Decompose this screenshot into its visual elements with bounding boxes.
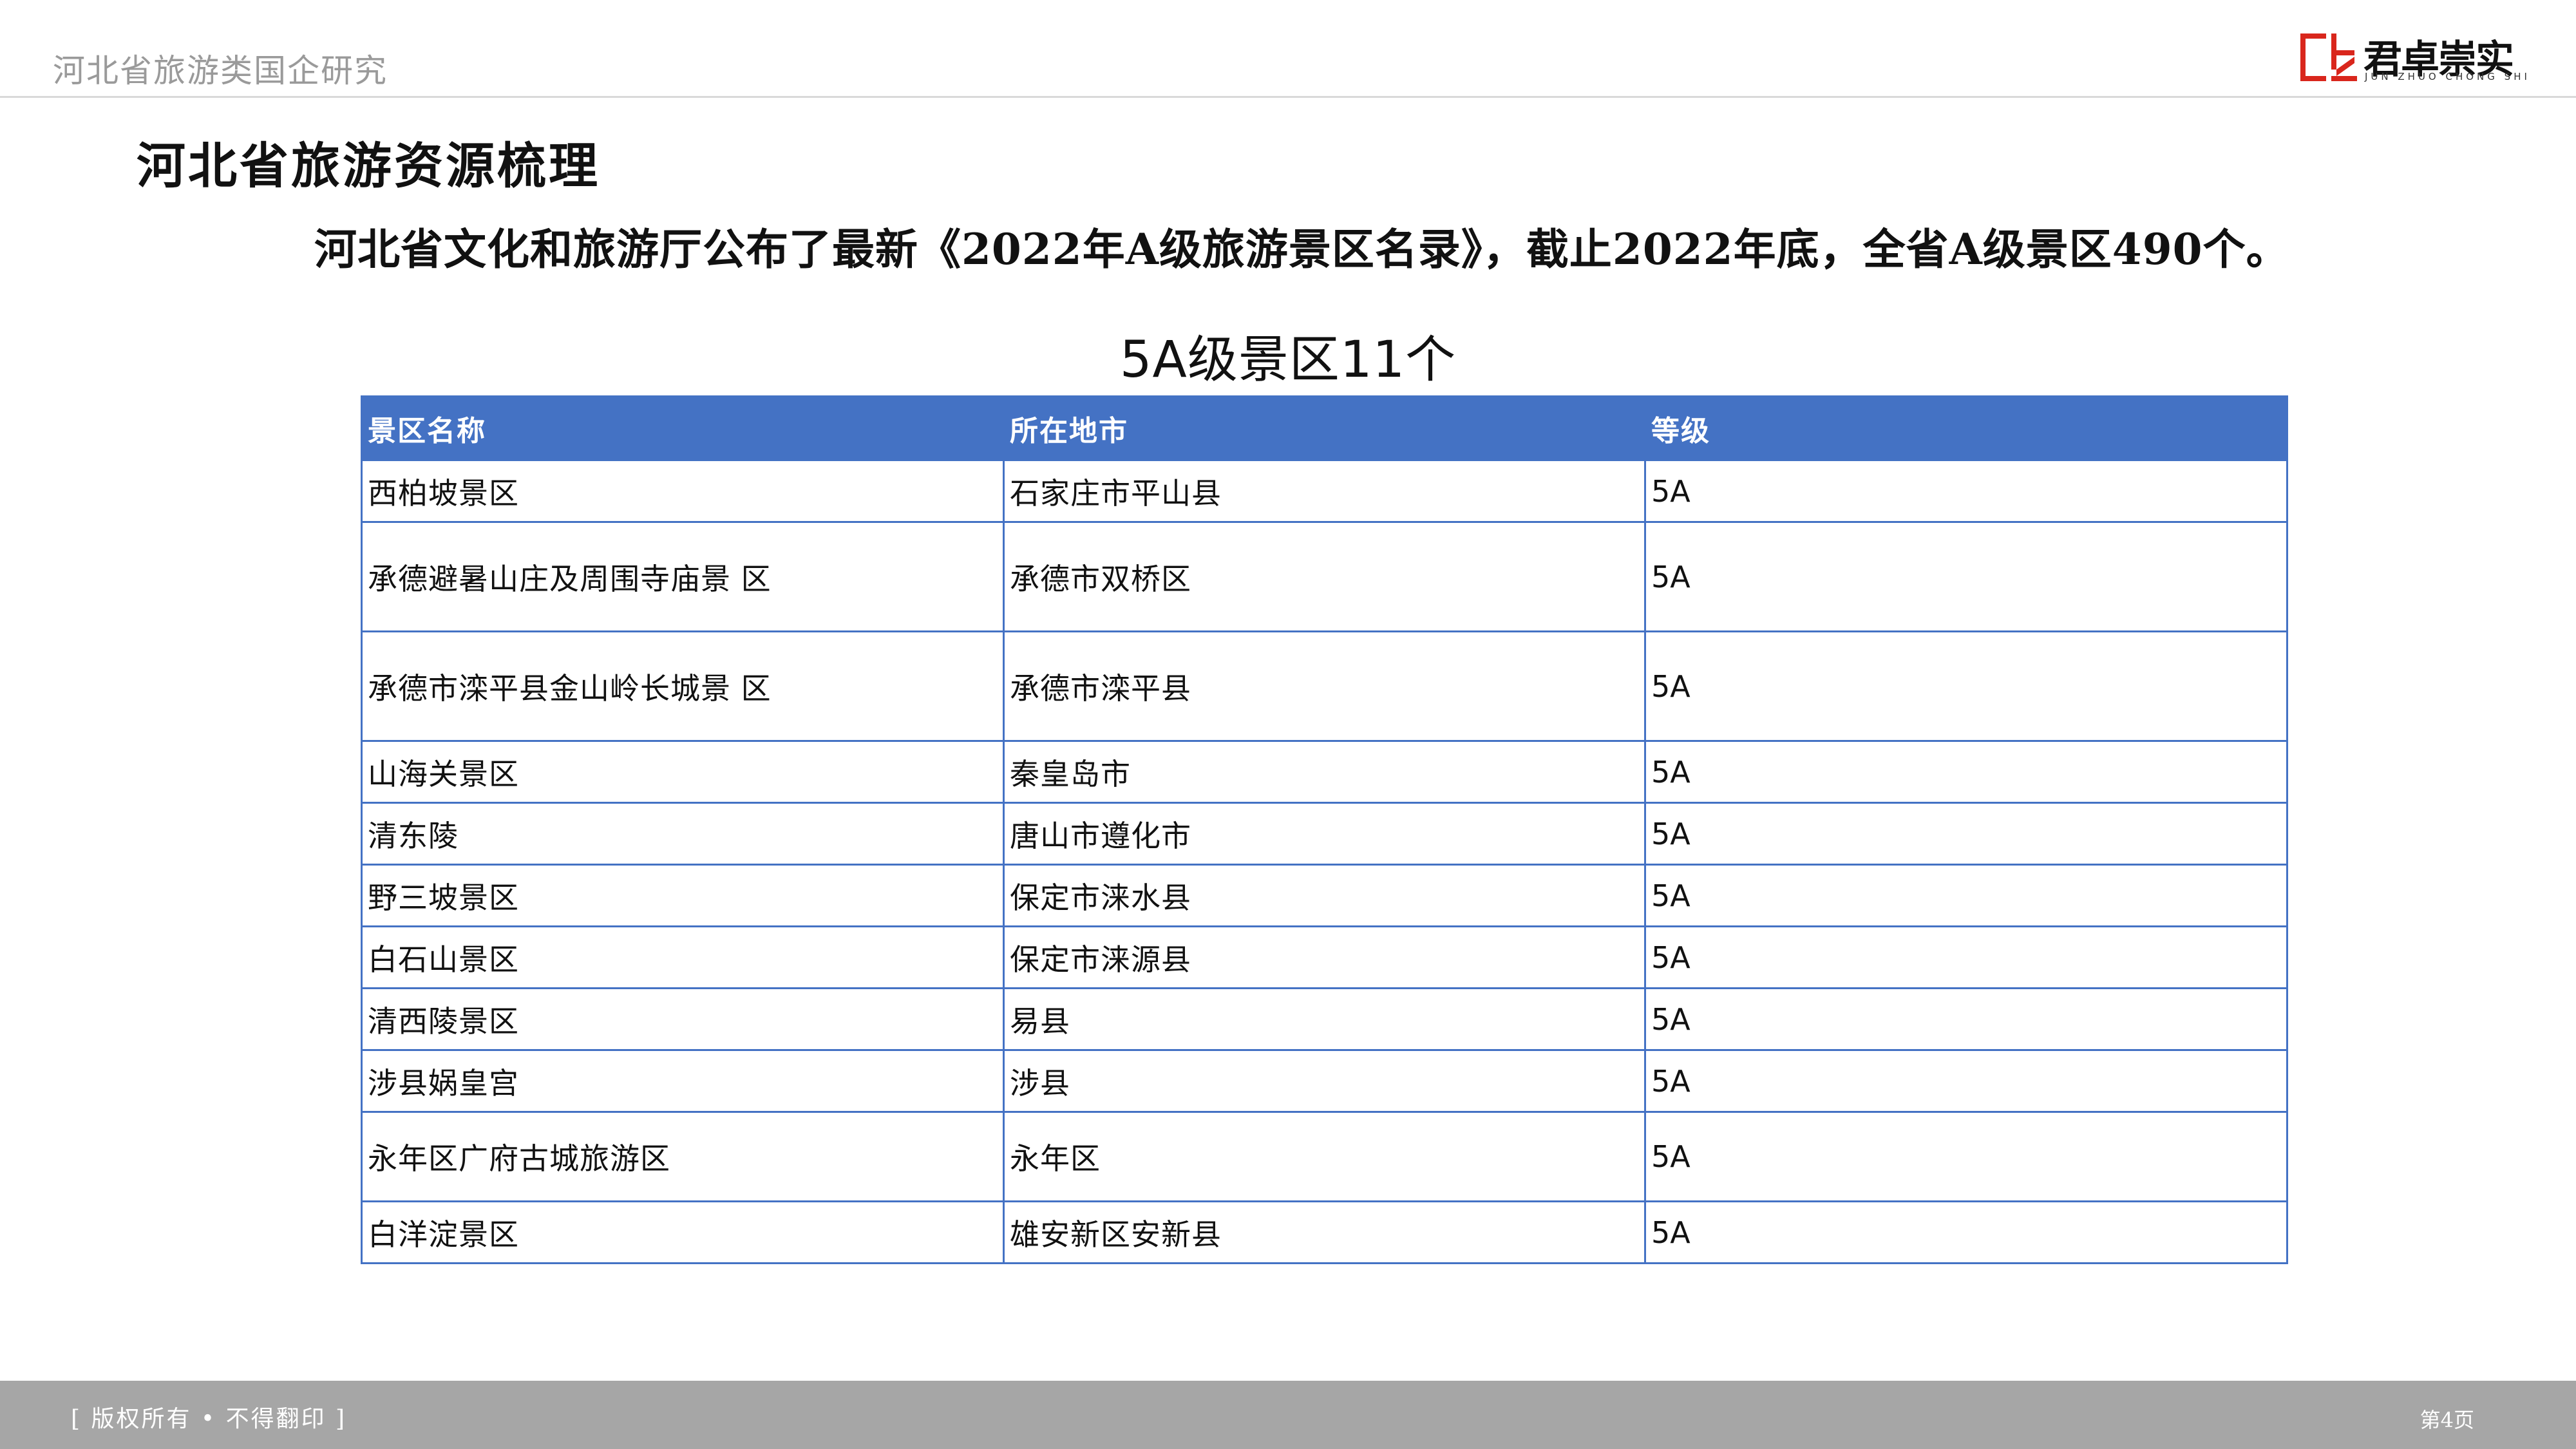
city-cell: 承德市滦平县 [1003,630,1646,742]
page-number: 第4页 [2420,1408,2474,1432]
level-cell: 5A [1644,864,2288,927]
logo-mark-icon [2300,33,2357,81]
city-cell: 永年区 [1003,1111,1646,1202]
company-logo: 君卓崇实 JUN ZHUO CHONG SHI [2299,31,2527,84]
level-cell: 5A [1644,521,2288,632]
scenic-name-cell: 白石山景区 [361,925,1005,989]
scenic-name-cell: 清东陵 [361,802,1005,866]
city-cell: 承德市双桥区 [1003,521,1646,632]
level-cell: 5A [1644,802,2288,866]
section-title: 河北省旅游资源梳理 [137,137,600,194]
level-cell: 5A [1644,459,2288,523]
summary-text: 河北省文化和旅游厅公布了最新《2022年A级旅游景区名录》，截止2022年底，全… [314,224,2289,274]
table-row: 野三坡景区 保定市涞水县 5A [361,864,2288,927]
table-row: 白洋淀景区 雄安新区安新县 5A [361,1200,2288,1264]
city-cell: 涉县 [1003,1049,1646,1113]
footer-bar: [ 版权所有 • 不得翻印 ] 第4页 [0,1381,2576,1449]
table-row: 白石山景区 保定市涞源县 5A [361,925,2288,989]
scenic-name-cell: 永年区广府古城旅游区 [361,1111,1005,1202]
scenic-area-table: 景区名称 所在地市 等级 西柏坡景区 石家庄市平山县 5A 承德避暑山庄及周围寺… [361,395,2288,1264]
logo-subtitle: JUN ZHUO CHONG SHI [2365,71,2530,82]
level-cell: 5A [1644,987,2288,1051]
scenic-name-cell: 西柏坡景区 [361,459,1005,523]
level-cell: 5A [1644,740,2288,804]
scenic-name-cell: 野三坡景区 [361,864,1005,927]
table-header-row: 景区名称 所在地市 等级 [361,395,2288,461]
table-row: 涉县娲皇宫 涉县 5A [361,1049,2288,1113]
table-row: 清西陵景区 易县 5A [361,987,2288,1051]
scenic-name-cell: 承德市滦平县金山岭长城景 区 [361,630,1005,742]
level-cell: 5A [1644,1200,2288,1264]
level-cell: 5A [1644,1049,2288,1113]
column-header-city: 所在地市 [1003,395,1646,461]
city-cell: 唐山市遵化市 [1003,802,1646,866]
report-title: 河北省旅游类国企研究 [53,52,388,90]
city-cell: 易县 [1003,987,1646,1051]
column-header-name: 景区名称 [361,395,1005,461]
scenic-name-cell: 白洋淀景区 [361,1200,1005,1264]
table-row: 承德避暑山庄及周围寺庙景 区 承德市双桥区 5A [361,521,2288,632]
city-cell: 保定市涞源县 [1003,925,1646,989]
copyright-notice: [ 版权所有 • 不得翻印 ] [71,1406,347,1432]
top-header: 河北省旅游类国企研究 君卓崇实 JUN ZHUO CHONG SHI [0,0,2576,98]
table-row: 山海关景区 秦皇岛市 5A [361,740,2288,804]
level-cell: 5A [1644,1111,2288,1202]
table-row: 永年区广府古城旅游区 永年区 5A [361,1111,2288,1202]
scenic-name-cell: 承德避暑山庄及周围寺庙景 区 [361,521,1005,632]
column-header-level: 等级 [1644,395,2288,461]
table-row: 西柏坡景区 石家庄市平山县 5A [361,459,2288,523]
city-cell: 石家庄市平山县 [1003,459,1646,523]
table-caption: 5A级景区11个 [1119,331,1457,389]
scenic-name-cell: 清西陵景区 [361,987,1005,1051]
city-cell: 秦皇岛市 [1003,740,1646,804]
table-row: 清东陵 唐山市遵化市 5A [361,802,2288,866]
scenic-name-cell: 涉县娲皇宫 [361,1049,1005,1113]
scenic-name-cell: 山海关景区 [361,740,1005,804]
level-cell: 5A [1644,630,2288,742]
city-cell: 保定市涞水县 [1003,864,1646,927]
city-cell: 雄安新区安新县 [1003,1200,1646,1264]
table-row: 承德市滦平县金山岭长城景 区 承德市滦平县 5A [361,630,2288,742]
level-cell: 5A [1644,925,2288,989]
